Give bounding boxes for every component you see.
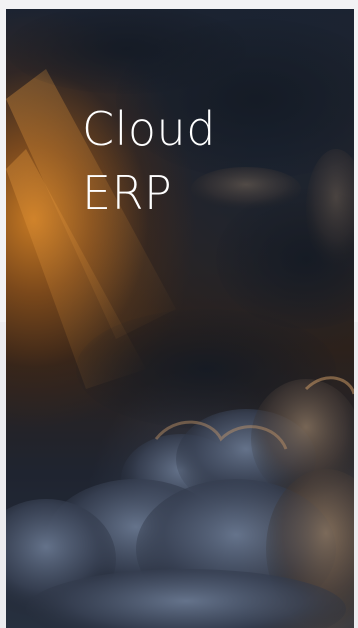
hero-banner: Cloud ERP bbox=[6, 9, 354, 628]
page: Cloud ERP bbox=[0, 0, 358, 628]
hero-title-line-2: ERP bbox=[82, 166, 173, 220]
hero-title: Cloud ERP bbox=[82, 97, 302, 225]
hero-title-line-1: Cloud bbox=[82, 102, 216, 156]
